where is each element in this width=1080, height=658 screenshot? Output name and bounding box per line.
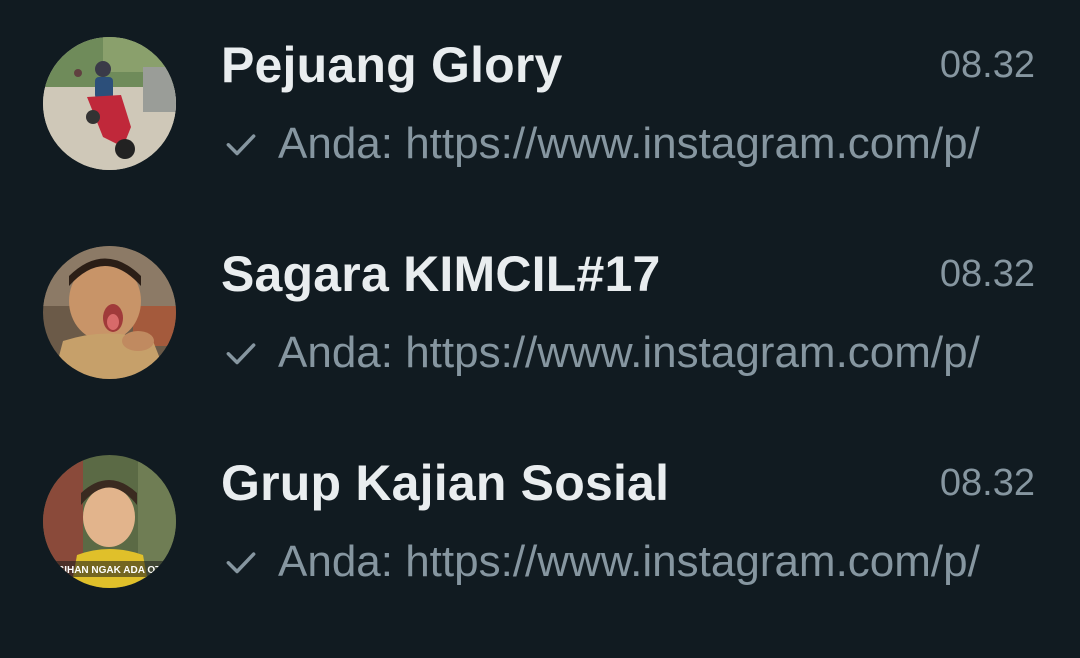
group-avatar[interactable] xyxy=(43,246,176,379)
chat-preview: Anda: https://www.instagram.com/p/ xyxy=(222,325,1012,381)
single-check-icon xyxy=(226,552,256,574)
chat-list: Pejuang Glory 08.32 Anda: https://www.in… xyxy=(0,0,1080,658)
chat-row[interactable]: Pejuang Glory 08.32 Anda: https://www.in… xyxy=(0,0,1080,209)
chat-row[interactable]: ASIHAN NGAK ADA OTA Grup Kajian Sosial 0… xyxy=(0,418,1080,627)
avatar-photo-child xyxy=(43,246,176,379)
avatar-caption: ASIHAN NGAK ADA OTA xyxy=(50,565,167,576)
chat-name: Sagara KIMCIL#17 xyxy=(221,246,661,302)
single-check-icon xyxy=(226,134,256,156)
preview-text: Anda: https://www.instagram.com/p/ xyxy=(278,119,980,168)
single-check-icon xyxy=(226,343,256,365)
avatar-photo-boy-meme: ASIHAN NGAK ADA OTA xyxy=(43,455,176,588)
avatar-photo-motorbike xyxy=(43,37,176,170)
preview-text: Anda: https://www.instagram.com/p/ xyxy=(278,537,980,586)
preview-text: Anda: https://www.instagram.com/p/ xyxy=(278,328,980,377)
chat-preview: Anda: https://www.instagram.com/p/ xyxy=(222,534,1012,590)
chat-row[interactable]: Sagara KIMCIL#17 08.32 Anda: https://www… xyxy=(0,209,1080,418)
chat-name: Grup Kajian Sosial xyxy=(221,455,670,511)
chat-name: Pejuang Glory xyxy=(221,37,563,93)
chat-time: 08.32 xyxy=(939,44,1035,86)
chat-preview: Anda: https://www.instagram.com/p/ xyxy=(222,116,1012,172)
chat-time: 08.32 xyxy=(939,462,1035,504)
chat-time: 08.32 xyxy=(939,253,1035,295)
group-avatar[interactable] xyxy=(43,37,176,170)
group-avatar[interactable]: ASIHAN NGAK ADA OTA xyxy=(43,455,176,588)
